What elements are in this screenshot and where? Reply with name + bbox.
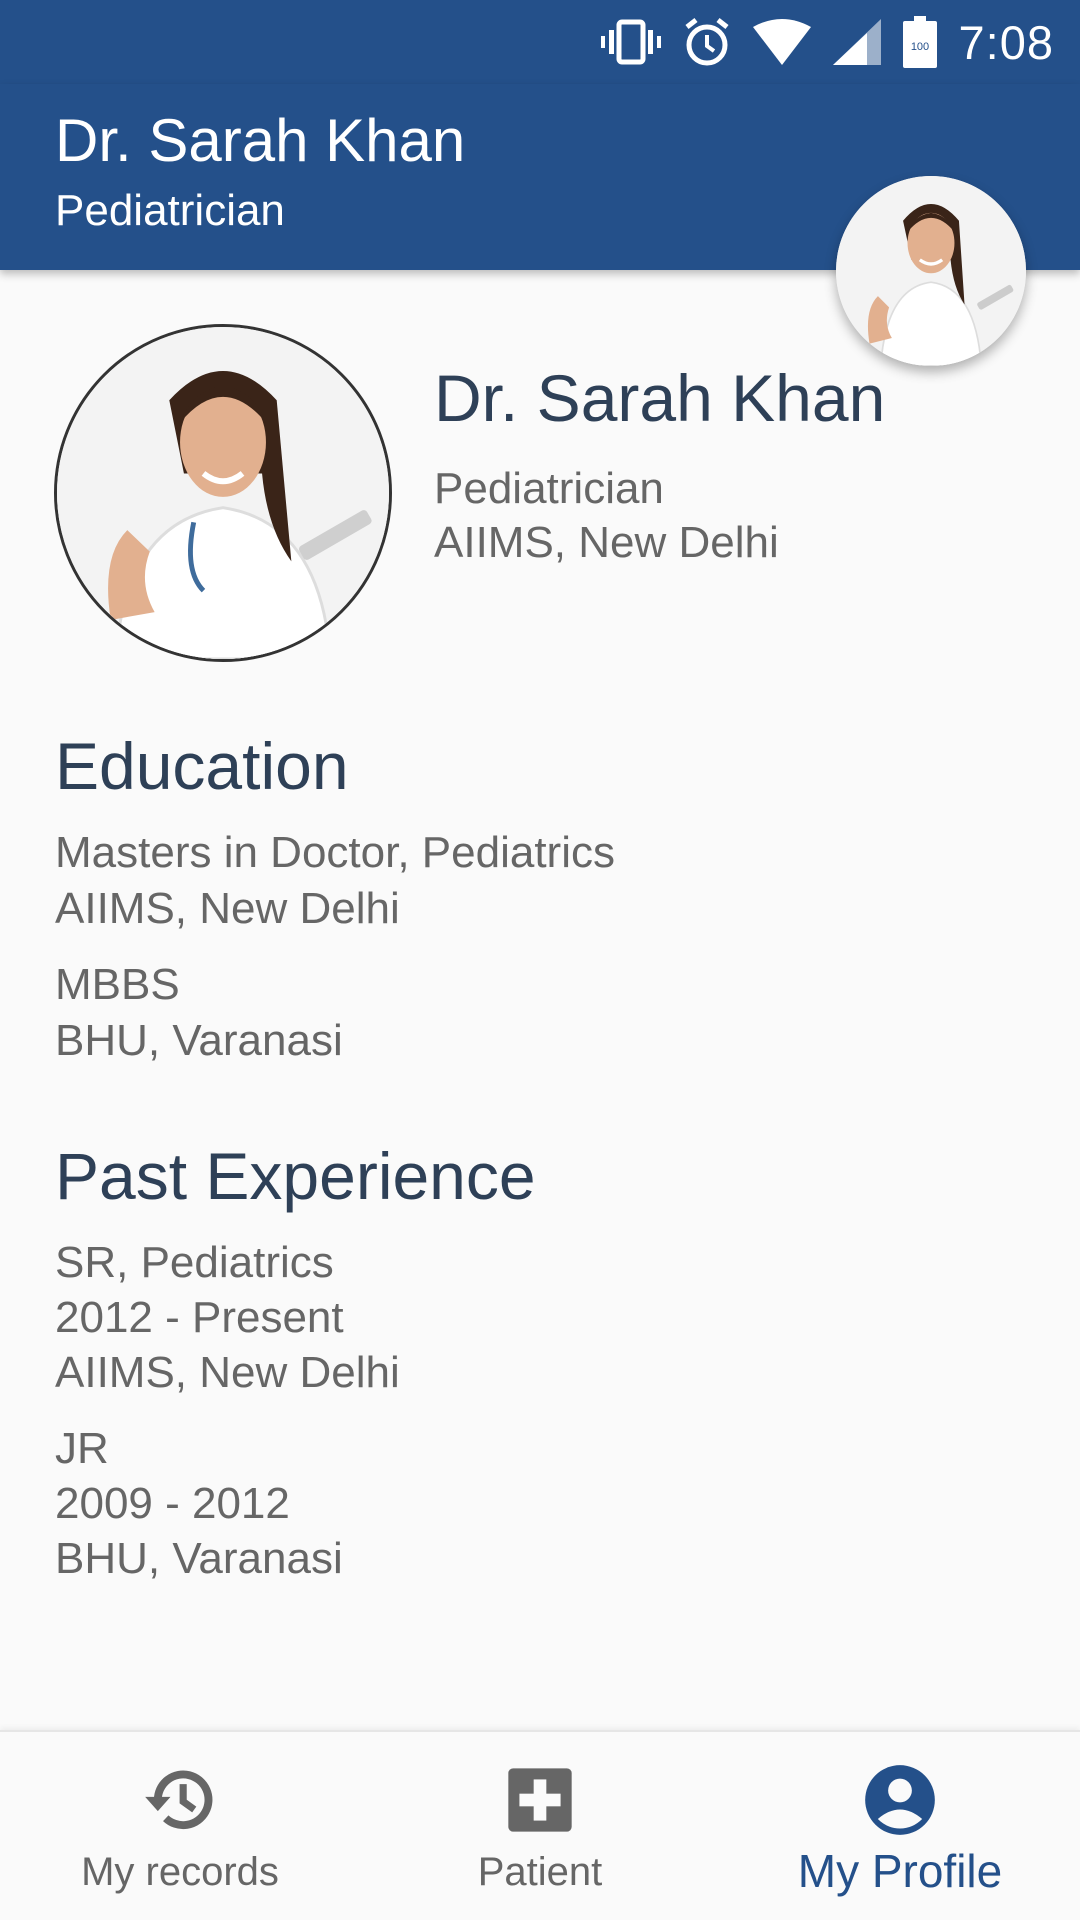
nav-label: Patient bbox=[477, 1850, 603, 1894]
history-icon bbox=[145, 1770, 213, 1830]
experience-period: 2009 - 2012 bbox=[55, 1479, 290, 1528]
education-degree: MBBS bbox=[55, 960, 180, 1009]
header-avatar[interactable] bbox=[836, 176, 1026, 366]
app-bar-title: Dr. Sarah Khan bbox=[55, 107, 466, 174]
education-degree: Masters in Doctor, Pediatrics bbox=[55, 828, 615, 877]
vibrate-icon bbox=[600, 19, 661, 65]
account-circle-icon bbox=[865, 1765, 935, 1835]
nav-my-profile[interactable]: My Profile bbox=[720, 1732, 1080, 1920]
app-bar-subtitle: Pediatrician bbox=[55, 186, 285, 235]
doctor-photo-icon bbox=[57, 327, 389, 659]
medical-cross-icon bbox=[508, 1768, 572, 1832]
profile-photo bbox=[54, 324, 392, 662]
doctor-avatar-icon bbox=[836, 176, 1026, 366]
wifi-icon bbox=[752, 19, 811, 65]
education-institution: BHU, Varanasi bbox=[55, 1016, 343, 1065]
experience-period: 2012 - Present bbox=[55, 1293, 344, 1342]
status-time: 7:08 bbox=[958, 15, 1054, 69]
profile-name: Dr. Sarah Khan bbox=[434, 361, 886, 435]
nav-patient[interactable]: Patient bbox=[360, 1732, 720, 1920]
signal-icon bbox=[832, 19, 881, 65]
profile-specialty: Pediatrician bbox=[434, 464, 664, 513]
experience-place: AIIMS, New Delhi bbox=[55, 1348, 400, 1397]
experience-title: Past Experience bbox=[55, 1139, 536, 1213]
profile-hospital: AIIMS, New Delhi bbox=[434, 518, 779, 567]
experience-place: BHU, Varanasi bbox=[55, 1534, 343, 1583]
alarm-icon bbox=[684, 18, 729, 66]
nav-my-records[interactable]: My records bbox=[0, 1732, 360, 1920]
education-title: Education bbox=[55, 729, 349, 803]
bottom-navigation: My records Patient My Profile bbox=[0, 1730, 1080, 1920]
nav-label: My Profile bbox=[797, 1845, 1003, 1897]
nav-label: My records bbox=[81, 1850, 279, 1894]
experience-role: SR, Pediatrics bbox=[55, 1238, 334, 1287]
battery-icon: 100 bbox=[902, 16, 937, 68]
status-bar: 100 7:08 bbox=[0, 0, 1080, 84]
education-institution: AIIMS, New Delhi bbox=[55, 884, 400, 933]
experience-role: JR bbox=[55, 1424, 109, 1473]
status-icons: 100 7:08 bbox=[600, 14, 1054, 70]
svg-text:100: 100 bbox=[910, 41, 928, 53]
